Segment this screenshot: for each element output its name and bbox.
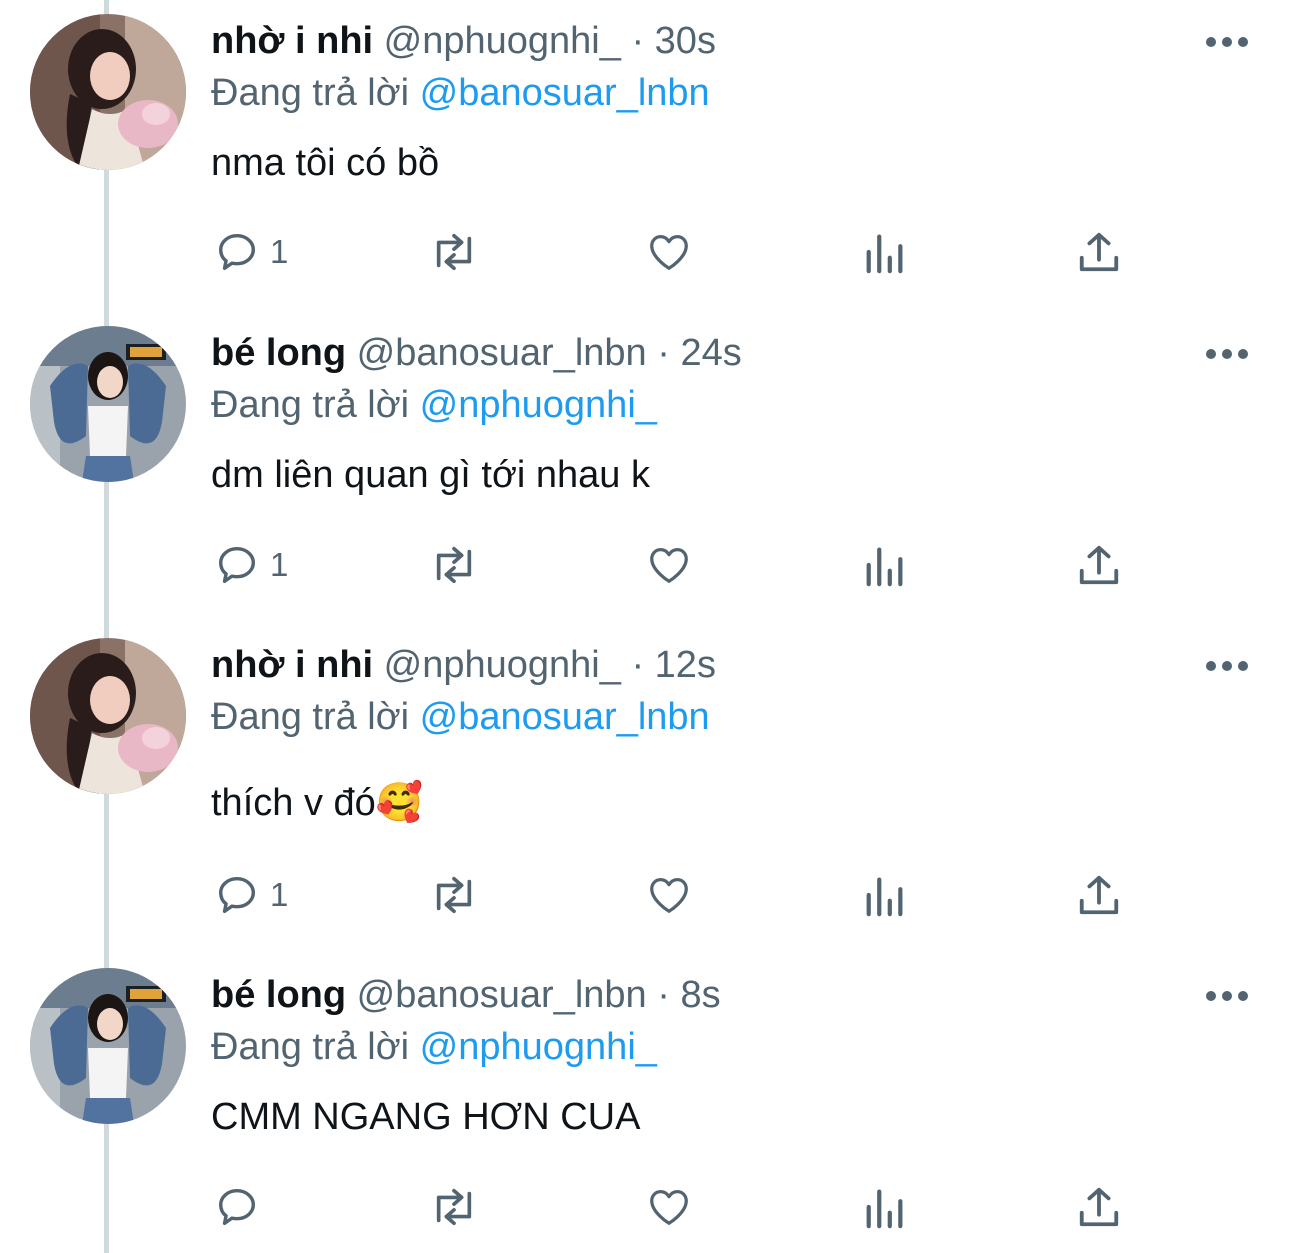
avatar[interactable] [30,638,186,794]
tweet-header: nhờ i nhi @nphuognhi_ · 30s [211,16,716,66]
speech-bubble-icon [218,233,256,271]
retweet-button[interactable] [426,865,482,925]
share-button[interactable] [1077,535,1121,595]
views-button[interactable] [864,865,906,925]
replying-prefix: Đang trả lời [211,72,410,114]
reply-button[interactable] [214,1177,270,1237]
retweet-button[interactable] [426,535,482,595]
like-button[interactable] [645,865,693,925]
tweet-text: thích v đó🥰 [211,782,424,824]
replying-prefix: Đang trả lời [211,1026,410,1068]
tweet-text: nma tôi có bồ [211,142,440,184]
separator: · [631,20,645,62]
reply-count: 1 [270,233,289,270]
handle[interactable]: @banosuar_lnbn [357,974,647,1016]
retweet-button[interactable] [426,1177,482,1237]
separator: · [657,332,670,374]
handle[interactable]: @banosuar_lnbn [357,332,647,374]
tweet-header: bé long @banosuar_lnbn · 24s [211,328,742,378]
tweet-header: bé long @banosuar_lnbn · 8s [211,970,721,1020]
timestamp[interactable]: 30s [655,20,716,62]
handle[interactable]: @nphuognhi_ [384,644,621,686]
share-button[interactable] [1077,1177,1121,1237]
timestamp[interactable]: 24s [680,332,741,374]
like-button[interactable] [645,535,693,595]
tweet-text: CMM NGANG HƠN CUA [211,1096,641,1138]
replying-to: Đang trả lời @nphuognhi_ [211,1022,657,1072]
reply-button[interactable]: 1 [214,865,288,925]
tweet-actions: 1 [0,865,1290,925]
more-button[interactable] [1205,990,1249,1002]
speech-bubble-icon [218,876,256,914]
avatar[interactable] [30,968,186,1124]
replying-to-mention[interactable]: @nphuognhi_ [420,1026,657,1068]
more-button[interactable] [1205,348,1249,360]
bar-chart-icon [866,877,903,917]
like-button[interactable] [645,222,693,282]
share-button[interactable] [1077,865,1121,925]
speech-bubble-icon [218,546,256,584]
retweet-icon [436,1188,472,1226]
share-button[interactable] [1077,222,1121,282]
share-upload-icon [1079,232,1119,272]
more-dots-icon [1206,37,1248,47]
bar-chart-icon [866,547,903,587]
display-name[interactable]: bé long [211,332,346,374]
views-button[interactable] [864,535,906,595]
avatar[interactable] [30,14,186,170]
retweet-icon [436,546,472,584]
more-dots-icon [1206,661,1248,671]
display-name[interactable]: nhờ i nhi [211,644,373,686]
avatar[interactable] [30,326,186,482]
replying-prefix: Đang trả lời [211,696,410,738]
reply-button[interactable]: 1 [214,535,288,595]
more-dots-icon [1206,991,1248,1001]
bar-chart-icon [866,1189,903,1229]
separator: · [657,974,670,1016]
views-button[interactable] [864,1177,906,1237]
like-button[interactable] [645,1177,693,1237]
tweet-actions: 1 [0,535,1290,595]
tweet-actions: 1 [0,222,1290,282]
tweet-actions [0,1177,1290,1237]
more-button[interactable] [1205,660,1249,672]
timestamp[interactable]: 12s [655,644,716,686]
replying-to-mention[interactable]: @banosuar_lnbn [420,72,710,114]
more-button[interactable] [1205,36,1249,48]
share-upload-icon [1079,1187,1119,1227]
timestamp[interactable]: 8s [680,974,720,1016]
replying-to: Đang trả lời @nphuognhi_ [211,380,657,430]
reply-count: 1 [270,876,289,913]
heart-icon [650,878,688,913]
heart-icon [650,1190,688,1225]
heart-icon [650,235,688,270]
handle[interactable]: @nphuognhi_ [384,20,621,62]
share-upload-icon [1079,545,1119,585]
speech-bubble-icon [218,1188,256,1226]
replying-to-mention[interactable]: @banosuar_lnbn [420,696,710,738]
reply-button[interactable]: 1 [214,222,288,282]
more-dots-icon [1206,349,1248,359]
replying-to: Đang trả lời @banosuar_lnbn [211,692,710,742]
replying-to: Đang trả lời @banosuar_lnbn [211,68,710,118]
reply-count: 1 [270,546,289,583]
tweet-text: dm liên quan gì tới nhau k [211,454,650,496]
views-button[interactable] [864,222,906,282]
retweet-button[interactable] [426,222,482,282]
display-name[interactable]: bé long [211,974,346,1016]
retweet-icon [436,876,472,914]
bar-chart-icon [866,234,903,274]
retweet-icon [436,233,472,271]
share-upload-icon [1079,875,1119,915]
display-name[interactable]: nhờ i nhi [211,20,373,62]
heart-icon [650,548,688,583]
replying-prefix: Đang trả lời [211,384,410,426]
separator: · [631,644,645,686]
replying-to-mention[interactable]: @nphuognhi_ [420,384,657,426]
tweet-header: nhờ i nhi @nphuognhi_ · 12s [211,640,716,690]
